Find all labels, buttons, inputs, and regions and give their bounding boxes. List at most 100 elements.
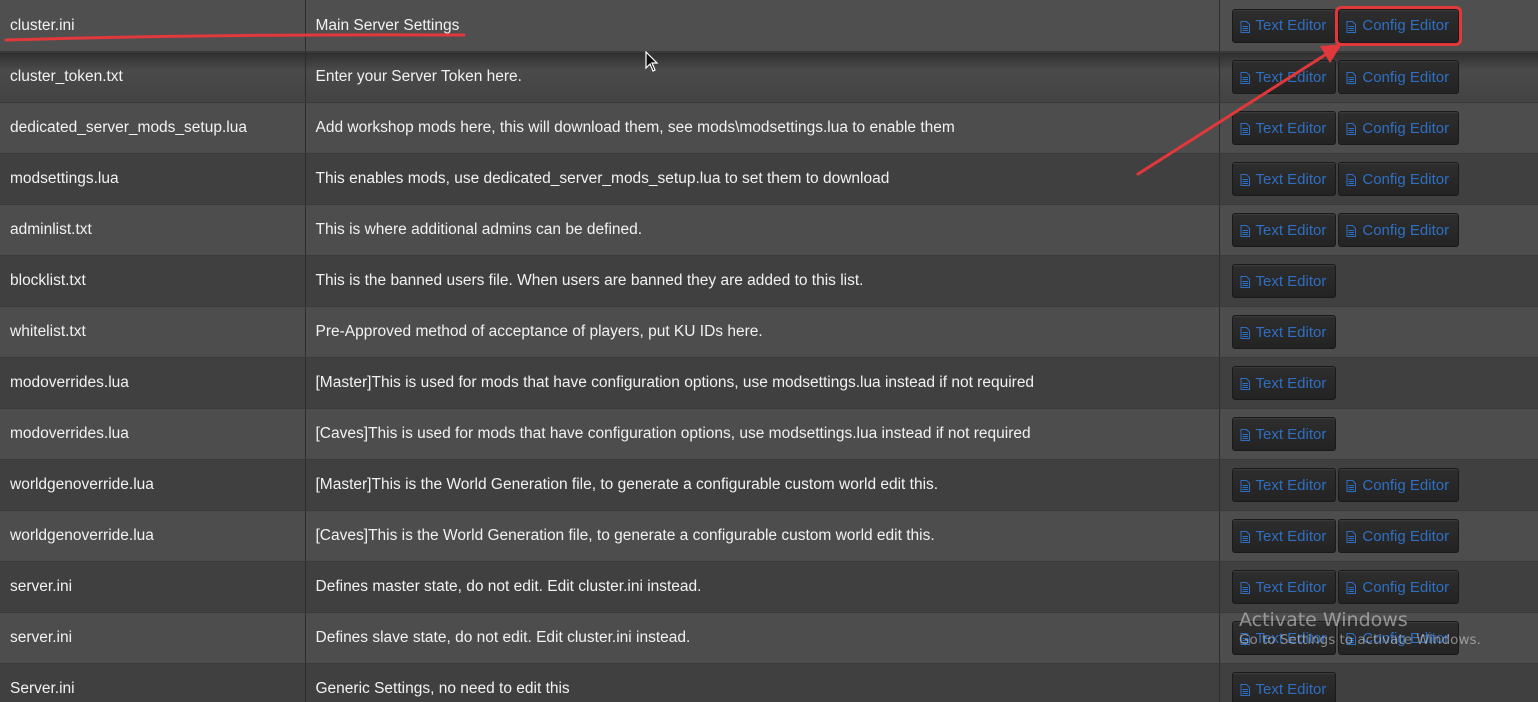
file-text-icon [1240,530,1250,543]
table-row: worldgenoverride.lua [Master]This is the … [0,459,1538,511]
table-row: modoverrides.lua [Master]This is used for… [0,357,1538,409]
row-actions: Text Editor Config Editor [1219,612,1538,664]
text-editor-button[interactable]: Text Editor [1231,468,1337,502]
text-editor-button-label: Text Editor [1255,323,1327,341]
table-row: dedicated_server_mods_setup.lua Add works… [0,102,1538,154]
config-editor-button-label: Config Editor [1362,119,1450,137]
file-text-icon [1346,632,1357,645]
text-editor-button-label: Text Editor [1255,476,1327,494]
file-name: cluster.ini [0,0,306,52]
config-editor-button[interactable]: Config Editor [1338,60,1460,94]
file-text-icon [1240,173,1250,186]
config-editor-button[interactable]: Config Editor [1335,5,1463,46]
text-editor-button-label: Text Editor [1255,272,1327,290]
table-row: modoverrides.lua [Caves]This is used for … [0,408,1538,460]
file-text-icon [1240,377,1250,390]
text-editor-button[interactable]: Text Editor [1231,366,1337,400]
row-actions: Text Editor Config Editor [1219,510,1538,562]
config-editor-button[interactable]: Config Editor [1338,111,1460,145]
file-description: Generic Settings, no need to edit this [305,663,1220,702]
config-editor-button-label: Config Editor [1362,527,1450,545]
file-text-icon [1346,71,1357,84]
config-editor-button-label: Config Editor [1362,578,1450,596]
config-editor-button[interactable]: Config Editor [1338,162,1460,196]
table-row: server.ini Defines master state, do not e… [0,561,1538,613]
file-name: worldgenoverride.lua [0,459,306,511]
row-actions: Text Editor Config Editor [1219,459,1538,511]
file-name: adminlist.txt [0,204,306,256]
row-actions: Text Editor [1219,357,1538,409]
text-editor-button-label: Text Editor [1255,680,1327,698]
file-name: server.ini [0,612,306,664]
file-description: Enter your Server Token here. [305,51,1220,103]
file-text-icon [1240,683,1250,696]
config-files-table-body: cluster.ini Main Server Settings Text Edit… [0,0,1538,702]
text-editor-button[interactable]: Text Editor [1231,213,1337,247]
text-editor-button[interactable]: Text Editor [1231,111,1337,145]
file-description: This enables mods, use dedicated_server_… [305,153,1220,205]
row-actions: Text Editor Config Editor [1219,561,1538,613]
file-text-icon [1240,20,1250,33]
config-editor-button-label: Config Editor [1362,17,1450,34]
table-row: cluster.ini Main Server Settings Text Edit… [0,0,1538,52]
file-description: This is where additional admins can be d… [305,204,1220,256]
text-editor-button[interactable]: Text Editor [1231,672,1337,702]
config-editor-button[interactable]: Config Editor [1338,468,1460,502]
file-name: cluster_token.txt [0,51,306,103]
row-actions: Text Editor [1219,408,1538,460]
row-actions: Text Editor Config Editor [1219,153,1538,205]
file-name: blocklist.txt [0,255,306,307]
table-row: worldgenoverride.lua [Caves]This is the W… [0,510,1538,562]
table-row: Server.ini Generic Settings, no need to e… [0,663,1538,702]
text-editor-button[interactable]: Text Editor [1231,417,1337,451]
table-row: adminlist.txt This is where additional ad… [0,204,1538,256]
file-description: [Caves]This is the World Generation file… [305,510,1220,562]
file-text-icon [1346,122,1357,135]
table-row: cluster_token.txt Enter your Server Token… [0,51,1538,103]
file-text-icon [1346,20,1357,33]
config-editor-button[interactable]: Config Editor [1338,570,1460,604]
table-row: blocklist.txt This is the banned users fi… [0,255,1538,307]
row-actions: Text Editor Config Editor [1219,102,1538,154]
file-description: Defines master state, do not edit. Edit … [305,561,1220,613]
config-editor-button-label: Config Editor [1362,476,1450,494]
text-editor-button-label: Text Editor [1255,425,1327,443]
text-editor-button-label: Text Editor [1255,629,1327,647]
file-description: [Caves]This is used for mods that have c… [305,408,1220,460]
text-editor-button[interactable]: Text Editor [1231,519,1337,553]
text-editor-button-label: Text Editor [1255,119,1327,137]
file-description: Add workshop mods here, this will downlo… [305,102,1220,154]
text-editor-button[interactable]: Text Editor [1231,264,1337,298]
row-actions: Text Editor Config Editor [1219,0,1538,52]
file-description: Main Server Settings [305,0,1220,52]
file-text-icon [1240,428,1250,441]
text-editor-button[interactable]: Text Editor [1231,315,1337,349]
row-actions: Text Editor Config Editor [1219,51,1538,103]
text-editor-button[interactable]: Text Editor [1231,162,1337,196]
config-editor-button-label: Config Editor [1362,170,1450,188]
file-text-icon [1346,581,1357,594]
row-actions: Text Editor [1219,255,1538,307]
file-name: whitelist.txt [0,306,306,358]
table-row: modsettings.lua This enables mods, use de… [0,153,1538,205]
text-editor-button[interactable]: Text Editor [1231,621,1337,655]
config-editor-button[interactable]: Config Editor [1338,213,1460,247]
row-actions: Text Editor [1219,663,1538,702]
file-name: dedicated_server_mods_setup.lua [0,102,306,154]
config-editor-button[interactable]: Config Editor [1338,519,1460,553]
file-name: modoverrides.lua [0,357,306,409]
file-text-icon [1240,224,1250,237]
text-editor-button-label: Text Editor [1255,578,1327,596]
text-editor-button-label: Text Editor [1255,170,1327,188]
file-text-icon [1346,173,1357,186]
text-editor-button-label: Text Editor [1255,374,1327,392]
file-text-icon [1240,581,1250,594]
file-description: [Master]This is used for mods that have … [305,357,1220,409]
text-editor-button[interactable]: Text Editor [1231,570,1337,604]
text-editor-button[interactable]: Text Editor [1231,8,1337,43]
text-editor-button[interactable]: Text Editor [1231,60,1337,94]
config-editor-button[interactable]: Config Editor [1338,621,1460,655]
file-text-icon [1346,224,1357,237]
row-actions: Text Editor Config Editor [1219,204,1538,256]
file-name: server.ini [0,561,306,613]
